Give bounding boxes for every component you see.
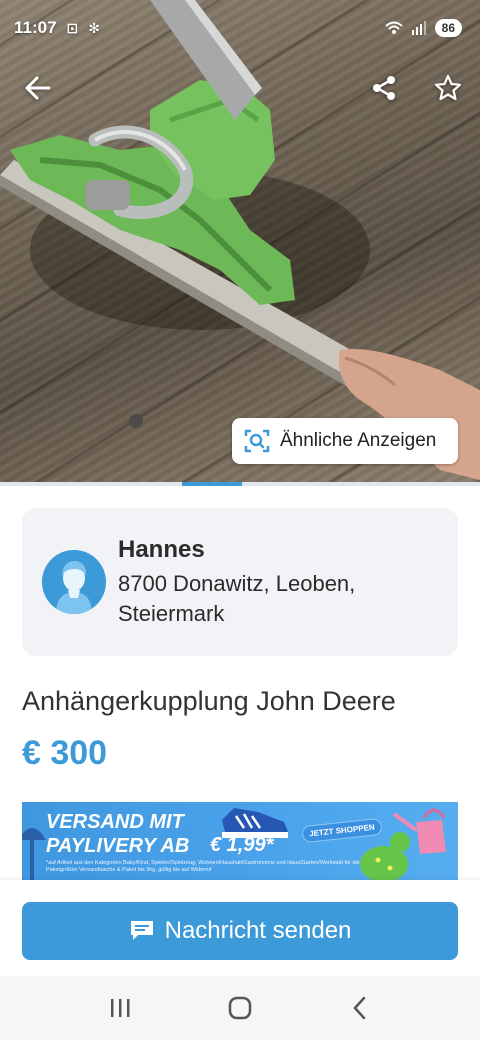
star-outline-icon: [434, 74, 462, 101]
seller-location: 8700 Donawitz, Leoben, Steiermark: [118, 571, 356, 626]
hitch-photo-drawing: [0, 0, 480, 480]
message-icon: [130, 921, 153, 940]
recent-apps-button[interactable]: [100, 988, 140, 1028]
image-pager-indicator: [182, 482, 242, 486]
screenshot-icon: ⊡: [66, 19, 79, 36]
send-message-label: Nachricht senden: [164, 917, 352, 944]
wifi-icon: [384, 21, 403, 34]
status-bar: 11:07 ⊡ ✻ 86: [0, 0, 480, 56]
back-button[interactable]: [16, 66, 60, 110]
arrow-left-icon: [25, 76, 51, 100]
banner-price: € 1,99*: [210, 834, 274, 856]
user-avatar-icon: [42, 550, 106, 614]
signal-icon: [411, 21, 426, 35]
seller-name: Hannes: [118, 536, 205, 563]
send-message-button[interactable]: Nachricht senden: [22, 902, 458, 960]
paylivery-banner[interactable]: VERSAND MIT PAYLIVERY AB € 1,99* JETZT S…: [22, 802, 458, 880]
home-button[interactable]: [220, 988, 260, 1028]
home-icon: [228, 996, 252, 1020]
banner-line1: VERSAND MIT: [46, 811, 184, 833]
status-time: 11:07: [14, 18, 57, 37]
listing-photo[interactable]: 11:07 ⊡ ✻ 86 Ähnliche Anzeigen: [0, 0, 480, 482]
similar-ads-button[interactable]: Ähnliche Anzeigen: [232, 418, 458, 464]
listing-price: € 300: [22, 734, 108, 772]
image-search-icon: [244, 429, 270, 453]
avatar: [42, 550, 106, 614]
listing-title: Anhängerkupplung John Deere: [22, 686, 396, 716]
recent-apps-icon: [111, 999, 130, 1017]
share-icon: [373, 76, 395, 100]
snowflake-icon: ✻: [88, 19, 101, 36]
banner-fineprint: *auf Artikel aus den Kategorien Baby/Kin…: [46, 860, 360, 873]
share-button[interactable]: [362, 66, 406, 110]
similar-ads-label: Ähnliche Anzeigen: [280, 430, 437, 451]
banner-line2: PAYLIVERY AB: [46, 835, 190, 857]
chevron-left-icon: [353, 996, 366, 1020]
battery-indicator: 86: [434, 19, 462, 37]
favorite-button[interactable]: [426, 66, 470, 110]
banner-headline: VERSAND MIT PAYLIVERY AB: [46, 810, 189, 858]
system-nav-bar: [0, 976, 480, 1040]
seller-card[interactable]: Hannes 8700 Donawitz, Leoben, Steiermark: [22, 508, 458, 656]
system-back-button[interactable]: [340, 988, 380, 1028]
